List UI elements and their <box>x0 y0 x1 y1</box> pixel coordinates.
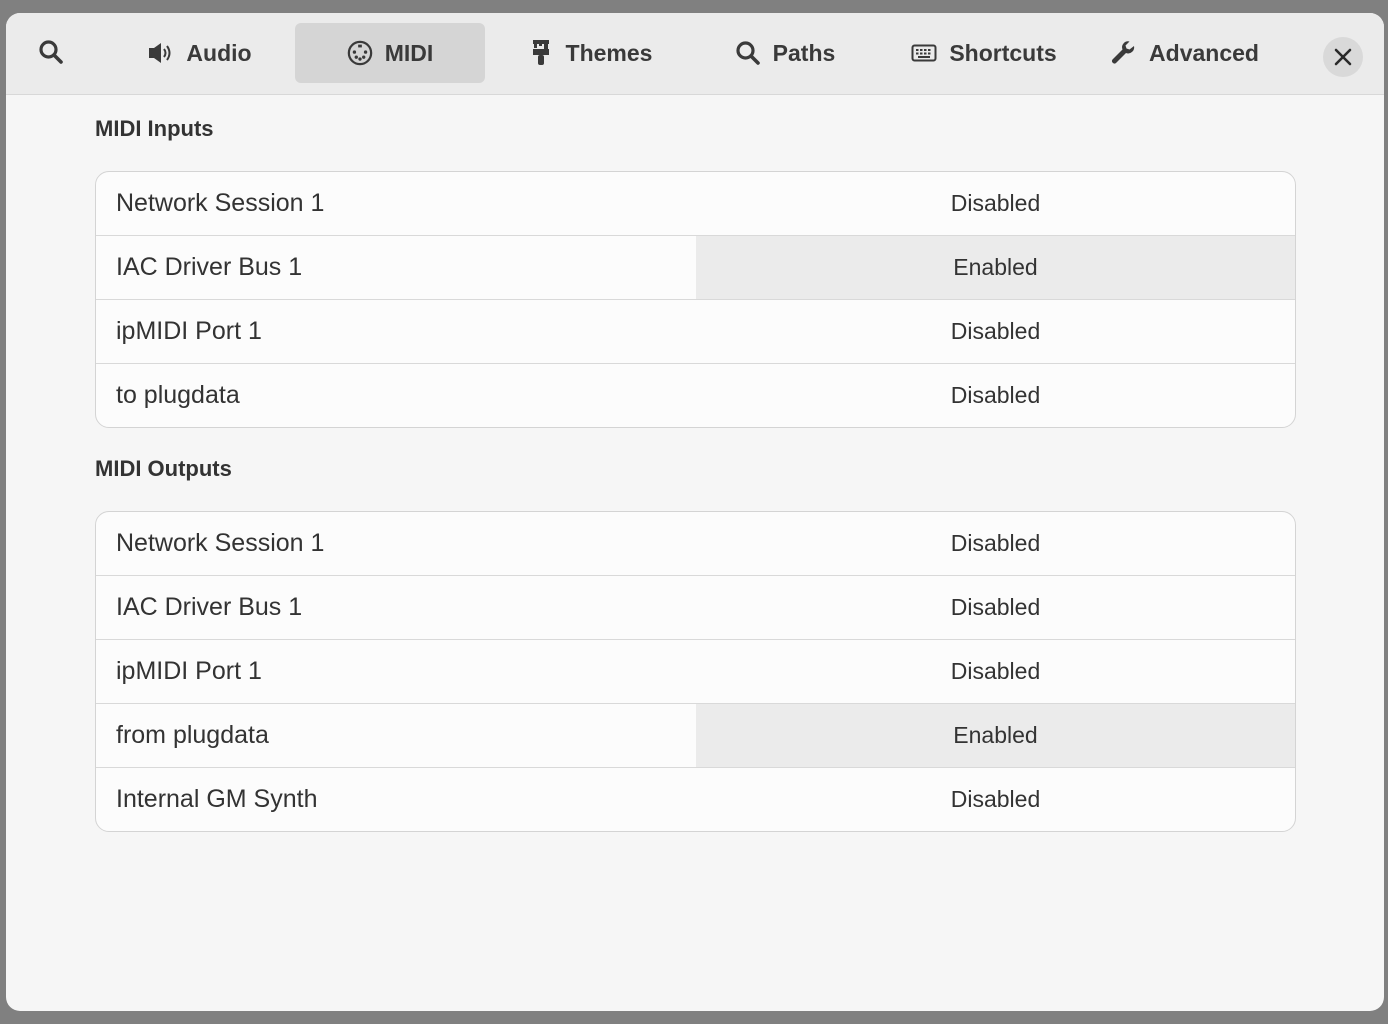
tab-advanced-label: Advanced <box>1149 39 1259 66</box>
device-status-toggle[interactable]: Disabled <box>696 768 1295 831</box>
tab-themes[interactable]: Themes <box>495 23 685 83</box>
tab-advanced[interactable]: Advanced <box>1095 23 1275 83</box>
tab-midi-label: MIDI <box>384 39 434 66</box>
midi-output-row: ipMIDI Port 1 Disabled <box>96 640 1295 704</box>
midi-port-icon <box>347 40 373 66</box>
midi-input-row: Network Session 1 Disabled <box>96 172 1295 236</box>
tab-audio-label: Audio <box>186 39 252 66</box>
device-status-toggle[interactable]: Enabled <box>696 236 1295 299</box>
tab-themes-label: Themes <box>565 39 653 66</box>
tab-audio[interactable]: Audio <box>105 23 295 83</box>
device-name: IAC Driver Bus 1 <box>116 593 303 621</box>
search-icon <box>735 40 761 66</box>
midi-outputs-title: MIDI Outputs <box>95 456 232 481</box>
keyboard-icon <box>911 40 937 66</box>
midi-output-row: IAC Driver Bus 1 Disabled <box>96 576 1295 640</box>
midi-output-row: Internal GM Synth Disabled <box>96 768 1295 831</box>
tab-paths[interactable]: Paths <box>690 23 880 83</box>
device-status-toggle[interactable]: Disabled <box>696 512 1295 575</box>
preferences-toolbar: Audio MIDI Themes Paths Shortcuts Advanc… <box>6 13 1384 95</box>
close-button[interactable] <box>1323 37 1363 77</box>
midi-input-row: to plugdata Disabled <box>96 364 1295 427</box>
device-name: to plugdata <box>116 381 240 409</box>
device-status-toggle[interactable]: Disabled <box>696 300 1295 363</box>
device-name: ipMIDI Port 1 <box>116 657 262 685</box>
device-status-toggle[interactable]: Disabled <box>696 576 1295 639</box>
device-status-toggle[interactable]: Disabled <box>696 640 1295 703</box>
device-status-toggle[interactable]: Disabled <box>696 172 1295 235</box>
device-name: from plugdata <box>116 721 269 749</box>
device-name: Internal GM Synth <box>116 785 318 813</box>
device-name: Network Session 1 <box>116 189 325 217</box>
tab-shortcuts[interactable]: Shortcuts <box>899 23 1069 83</box>
wrench-icon <box>1111 40 1137 66</box>
midi-inputs-title: MIDI Inputs <box>95 116 214 141</box>
midi-output-row: Network Session 1 Disabled <box>96 512 1295 576</box>
midi-outputs-panel: Network Session 1 Disabled IAC Driver Bu… <box>95 511 1296 832</box>
tab-paths-label: Paths <box>772 39 836 66</box>
midi-inputs-panel: Network Session 1 Disabled IAC Driver Bu… <box>95 171 1296 428</box>
midi-input-row: IAC Driver Bus 1 Enabled <box>96 236 1295 300</box>
paintbrush-icon <box>528 40 554 66</box>
close-icon <box>1334 48 1352 66</box>
tab-midi[interactable]: MIDI <box>295 23 485 83</box>
speaker-icon <box>148 40 174 66</box>
device-status-toggle[interactable]: Disabled <box>696 364 1295 427</box>
device-name: ipMIDI Port 1 <box>116 317 262 345</box>
midi-input-row: ipMIDI Port 1 Disabled <box>96 300 1295 364</box>
midi-output-row: from plugdata Enabled <box>96 704 1295 768</box>
device-name: IAC Driver Bus 1 <box>116 253 303 281</box>
device-name: Network Session 1 <box>116 529 325 557</box>
tab-shortcuts-label: Shortcuts <box>949 39 1057 66</box>
device-status-toggle[interactable]: Enabled <box>696 704 1295 767</box>
search-icon[interactable] <box>36 37 66 67</box>
preferences-window: Audio MIDI Themes Paths Shortcuts Advanc… <box>6 13 1384 1011</box>
